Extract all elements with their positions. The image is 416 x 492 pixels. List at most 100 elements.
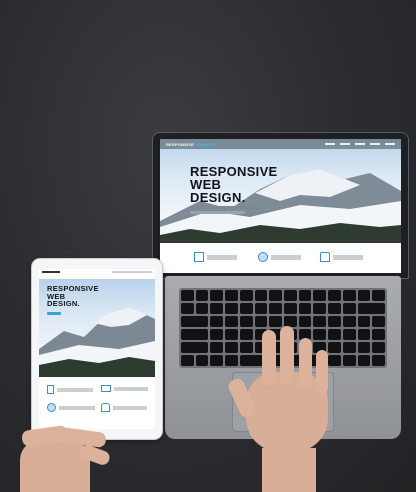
tablet-site-menu[interactable] (112, 271, 152, 273)
laptop-site-nav: RESPONSIVE WEBSITE (160, 139, 401, 149)
laptop-features (160, 243, 401, 273)
feature-text (271, 254, 301, 260)
key[interactable] (357, 316, 371, 327)
key[interactable] (372, 316, 385, 327)
key[interactable] (239, 329, 253, 340)
laptop-site-logo[interactable]: RESPONSIVE WEBSITE (166, 142, 215, 147)
key[interactable] (181, 329, 209, 340)
globe-icon (258, 252, 268, 262)
key[interactable] (328, 303, 341, 314)
key[interactable] (210, 303, 224, 314)
tablet-icon (47, 385, 54, 394)
key[interactable] (195, 303, 209, 314)
key[interactable] (357, 355, 371, 366)
laptop-icon (101, 385, 111, 392)
tablet-site-logo[interactable] (42, 271, 60, 273)
globe-icon (47, 403, 56, 412)
feature-item (101, 403, 147, 412)
key[interactable] (298, 290, 312, 301)
key[interactable] (313, 303, 327, 314)
key[interactable] (372, 355, 385, 366)
key[interactable] (210, 342, 224, 353)
key[interactable] (328, 342, 341, 353)
tablet-icon (194, 252, 204, 262)
feature-item (320, 252, 363, 262)
key[interactable] (357, 290, 371, 301)
laptop-lid: RESPONSIVE WEBSITE RESPONSIVE WEB DESIGN… (153, 133, 408, 278)
key[interactable] (298, 303, 312, 314)
key[interactable] (328, 316, 341, 327)
key[interactable] (328, 329, 341, 340)
laptop-site-hero: RESPONSIVE WEBSITE RESPONSIVE WEB DESIGN… (160, 139, 401, 243)
key[interactable] (254, 303, 268, 314)
laptop-hero-subtitle (190, 206, 260, 209)
tablet-hero-button[interactable] (47, 312, 61, 315)
home-icon (320, 252, 330, 262)
key[interactable] (210, 329, 224, 340)
tablet-site-nav (39, 269, 155, 275)
key[interactable] (181, 290, 194, 301)
menu-item[interactable] (385, 143, 395, 145)
key[interactable] (357, 329, 371, 340)
key[interactable] (254, 316, 268, 327)
key[interactable] (181, 303, 194, 314)
key[interactable] (328, 290, 341, 301)
tablet-device: RESPONSIVE WEB DESIGN. (32, 259, 162, 439)
feature-text (333, 254, 363, 260)
key[interactable] (210, 316, 224, 327)
key[interactable] (239, 316, 253, 327)
key[interactable] (357, 303, 385, 314)
key[interactable] (269, 303, 282, 314)
key[interactable] (254, 290, 268, 301)
tablet-features (39, 381, 155, 429)
key[interactable] (342, 316, 356, 327)
key[interactable] (225, 316, 238, 327)
key[interactable] (225, 342, 238, 353)
key[interactable] (195, 355, 209, 366)
home-icon (101, 403, 110, 412)
key[interactable] (181, 342, 209, 353)
key[interactable] (313, 290, 327, 301)
key[interactable] (239, 342, 253, 353)
key[interactable] (298, 316, 312, 327)
key[interactable] (181, 316, 209, 327)
key[interactable] (284, 290, 297, 301)
key[interactable] (372, 342, 385, 353)
key[interactable] (357, 342, 371, 353)
key[interactable] (210, 355, 224, 366)
key[interactable] (239, 290, 253, 301)
menu-item[interactable] (340, 143, 350, 145)
menu-item[interactable] (355, 143, 365, 145)
key[interactable] (342, 355, 356, 366)
feature-item (47, 403, 95, 412)
feature-text (57, 387, 93, 392)
key[interactable] (210, 290, 224, 301)
key[interactable] (195, 290, 209, 301)
key[interactable] (313, 329, 327, 340)
key[interactable] (328, 355, 341, 366)
key[interactable] (269, 290, 282, 301)
key[interactable] (342, 329, 356, 340)
menu-item[interactable] (325, 143, 335, 145)
key[interactable] (225, 290, 238, 301)
menu-item[interactable] (370, 143, 380, 145)
key[interactable] (342, 303, 356, 314)
key[interactable] (342, 290, 356, 301)
feature-item (47, 385, 93, 394)
key[interactable] (181, 355, 194, 366)
tablet-screen: RESPONSIVE WEB DESIGN. (39, 269, 155, 429)
feature-item (194, 252, 237, 262)
key[interactable] (342, 342, 356, 353)
key[interactable] (284, 303, 297, 314)
key[interactable] (313, 316, 327, 327)
key[interactable] (372, 329, 385, 340)
key[interactable] (239, 303, 253, 314)
laptop-hero-title: RESPONSIVE WEB DESIGN. (190, 164, 278, 205)
key[interactable] (372, 290, 385, 301)
key[interactable] (225, 303, 238, 314)
tablet-site-hero: RESPONSIVE WEB DESIGN. (39, 279, 155, 377)
key[interactable] (225, 329, 238, 340)
photo-scene: RESPONSIVE WEBSITE RESPONSIVE WEB DESIGN… (0, 0, 416, 492)
key[interactable] (225, 355, 238, 366)
key[interactable] (269, 316, 282, 327)
